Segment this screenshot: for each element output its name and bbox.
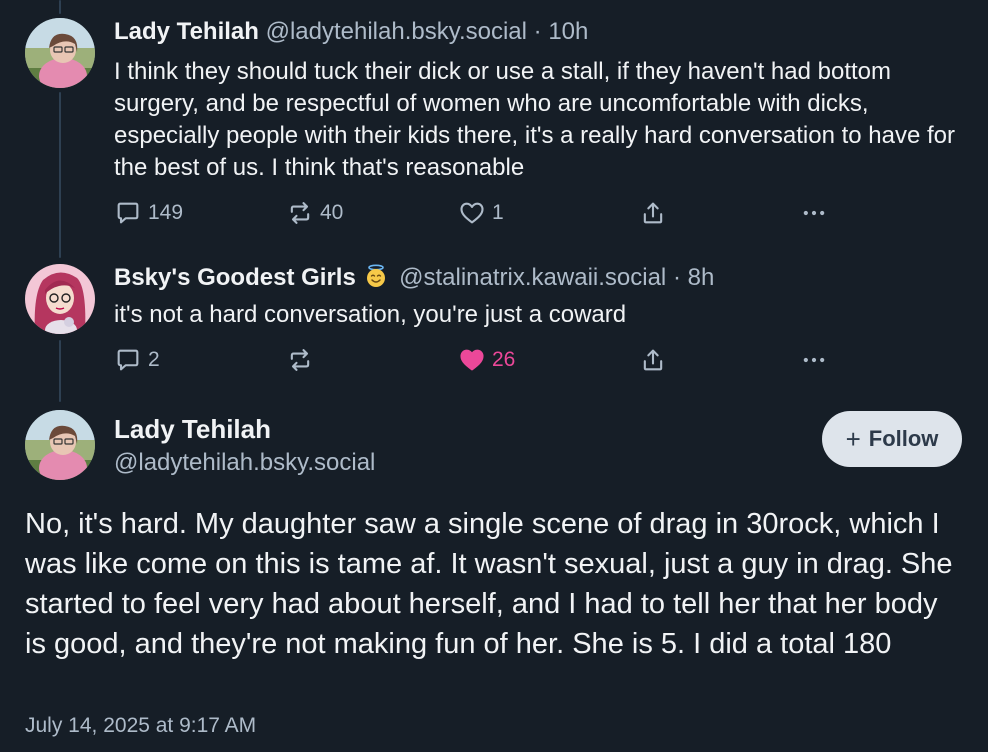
like-count: 1 <box>492 201 504 224</box>
author-handle[interactable]: @stalinatrix.kawaii.social <box>399 264 666 291</box>
avatar-image <box>25 410 95 480</box>
avatar[interactable] <box>25 410 95 480</box>
heart-filled-icon <box>460 349 484 371</box>
post-text: it's not a hard conversation, you're jus… <box>114 301 627 328</box>
ellipsis-icon <box>803 357 825 363</box>
author-name[interactable]: Lady Tehilah <box>114 18 259 45</box>
reply-button[interactable]: 149 <box>114 197 183 229</box>
thread-line-top <box>59 0 61 14</box>
post-header: Lady Tehilah @ladytehilah.bsky.social · … <box>114 17 588 47</box>
author-handle[interactable]: @ladytehilah.bsky.social <box>114 447 375 479</box>
repost-count: 40 <box>320 201 344 224</box>
repost-button[interactable]: 40 <box>286 197 343 229</box>
share-button[interactable] <box>639 197 667 229</box>
like-button[interactable]: 1 <box>458 197 504 229</box>
repost-button[interactable] <box>286 344 314 376</box>
thread-line-2 <box>59 340 61 402</box>
post-time[interactable]: 8h <box>688 264 715 291</box>
avatar[interactable] <box>25 18 95 88</box>
post-header: Bsky's Goodest Girls @stalinatrix.kawaii… <box>114 263 714 293</box>
separator-dot: · <box>533 18 542 45</box>
separator-dot: · <box>672 264 681 291</box>
post-actions: 149 40 1 <box>114 197 834 229</box>
reply-icon <box>117 349 139 371</box>
post-text: I think they should tuck their dick or u… <box>114 58 956 181</box>
thread-line-1 <box>59 92 61 258</box>
reply-count: 2 <box>148 348 160 371</box>
follow-button[interactable]: + Follow <box>822 411 962 467</box>
post-date: July 14, 2025 at 9:17 AM <box>25 714 257 737</box>
post-time[interactable]: 10h <box>548 18 588 45</box>
follow-label: Follow <box>868 426 939 451</box>
smiling-face-with-halo-icon <box>364 264 388 288</box>
repost-icon <box>290 202 310 224</box>
share-button[interactable] <box>639 344 667 376</box>
reply-icon <box>117 202 139 224</box>
author-handle[interactable]: @ladytehilah.bsky.social <box>266 18 527 45</box>
avatar-image <box>25 18 95 88</box>
author-name[interactable]: Lady Tehilah <box>114 412 271 446</box>
reply-count: 149 <box>148 201 184 224</box>
reply-button[interactable]: 2 <box>114 344 160 376</box>
share-icon <box>643 349 663 371</box>
more-options-button[interactable] <box>800 344 828 376</box>
plus-icon: + <box>845 424 861 454</box>
like-count: 26 <box>492 348 516 371</box>
avatar-image <box>25 264 95 334</box>
share-icon <box>643 202 663 224</box>
post-text: No, it's hard. My daughter saw a single … <box>25 508 953 660</box>
heart-icon <box>460 202 484 224</box>
post-actions: 2 26 <box>114 344 834 376</box>
ellipsis-icon <box>803 210 825 216</box>
thread-page: Lady Tehilah @ladytehilah.bsky.social · … <box>0 0 988 752</box>
author-name[interactable]: Bsky's Goodest Girls <box>114 264 356 291</box>
avatar[interactable] <box>25 264 95 334</box>
repost-icon <box>290 349 310 371</box>
more-options-button[interactable] <box>800 197 828 229</box>
like-button[interactable]: 26 <box>458 344 515 376</box>
